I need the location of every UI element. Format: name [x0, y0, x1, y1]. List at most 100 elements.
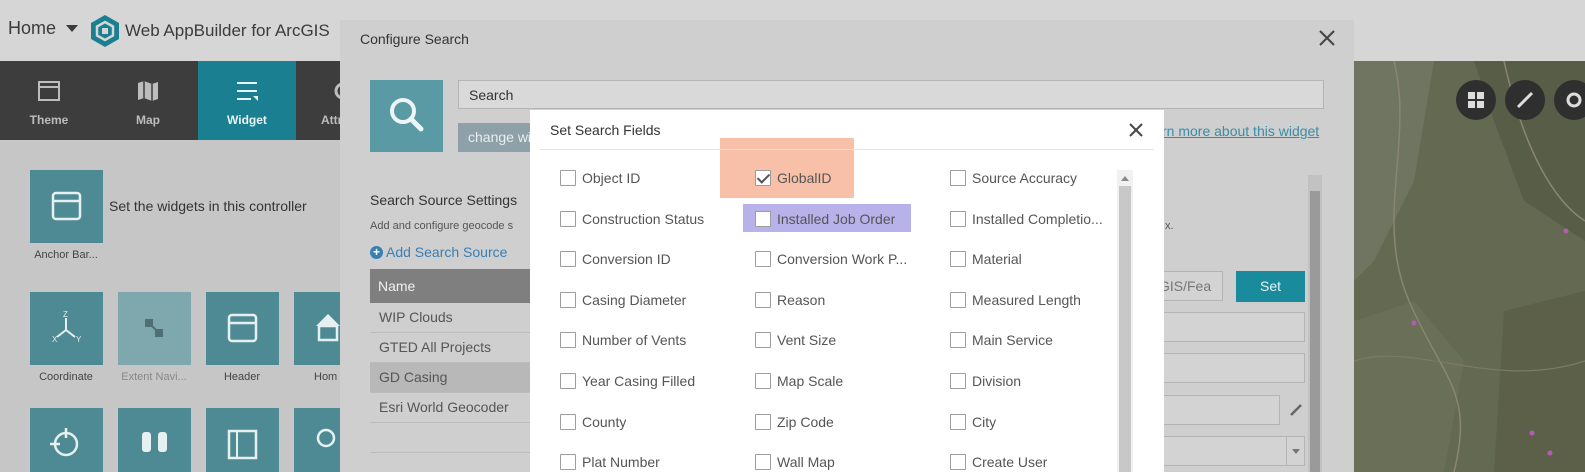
display-field-select[interactable]	[1150, 436, 1305, 466]
window-icon	[51, 191, 82, 221]
field-label: Material	[972, 251, 1022, 267]
header-icon	[227, 313, 258, 343]
field-checkbox-item[interactable]: Casing Diameter	[560, 290, 686, 310]
checkbox[interactable]	[560, 251, 576, 267]
field-checkbox-item[interactable]: Vent Size	[755, 330, 836, 350]
checkbox[interactable]	[560, 373, 576, 389]
checkbox[interactable]	[755, 373, 771, 389]
field-checkbox-item[interactable]: Conversion Work P...	[755, 249, 907, 269]
checkbox[interactable]	[560, 292, 576, 308]
field-label: Installed Completio...	[972, 211, 1103, 227]
change-icon-button[interactable]: change wi	[458, 123, 538, 152]
field-checkbox-item[interactable]: Source Accuracy	[950, 168, 1077, 188]
settings-scrollbar[interactable]	[1308, 175, 1322, 472]
checkbox-checked[interactable]	[755, 170, 771, 186]
tab-theme[interactable]: Theme	[0, 61, 98, 140]
map-view[interactable]	[1354, 61, 1585, 472]
table-row-selected[interactable]: GD Casing	[370, 363, 540, 393]
checkbox[interactable]	[950, 414, 966, 430]
widget-tile-coordinate[interactable]: Z X Y	[30, 292, 103, 365]
table-row[interactable]: WIP Clouds	[370, 303, 540, 333]
field-checkbox-item[interactable]: Conversion ID	[560, 249, 671, 269]
checkbox[interactable]	[950, 292, 966, 308]
field-checkbox-item[interactable]: Reason	[755, 290, 825, 310]
field-checkbox-item[interactable]: Main Service	[950, 330, 1053, 350]
widget-tile-search[interactable]	[294, 408, 340, 472]
widget-tile-overview[interactable]	[118, 408, 191, 472]
field-checkbox-item[interactable]: Construction Status	[560, 209, 704, 229]
widget-panel: Anchor Bar... Set the widgets in this co…	[0, 140, 340, 472]
scrollbar-thumb[interactable]	[1119, 186, 1131, 472]
checkbox[interactable]	[755, 292, 771, 308]
checkbox[interactable]	[755, 251, 771, 267]
search-fields-input[interactable]	[1150, 395, 1280, 425]
table-row[interactable]	[370, 423, 540, 453]
learn-more-link[interactable]: rn more about this widget	[1162, 123, 1319, 139]
field-checkbox-item[interactable]: Number of Vents	[560, 330, 686, 350]
checkbox[interactable]	[755, 332, 771, 348]
widget-tile-extent-navigate[interactable]	[118, 292, 191, 365]
table-row[interactable]: Esri World Geocoder	[370, 393, 540, 423]
widget-tile-header[interactable]	[206, 292, 279, 365]
search-source-settings-desc: Add and configure geocode s	[370, 220, 514, 232]
field-checkbox-item[interactable]: Zip Code	[755, 412, 834, 432]
extent-navigate-icon	[145, 319, 163, 337]
checkbox[interactable]	[950, 211, 966, 227]
checkbox[interactable]	[950, 332, 966, 348]
search-icon	[390, 98, 424, 132]
checkbox[interactable]	[560, 414, 576, 430]
widget-tile-locate[interactable]	[30, 408, 103, 472]
edit-button[interactable]	[1505, 80, 1545, 120]
checkbox[interactable]	[950, 373, 966, 389]
checkbox[interactable]	[950, 251, 966, 267]
home-menu[interactable]: Home	[8, 18, 79, 39]
pencil-icon[interactable]	[1288, 402, 1304, 418]
checkbox[interactable]	[560, 332, 576, 348]
grid-button[interactable]	[1456, 80, 1496, 120]
theme-icon	[38, 81, 60, 101]
table-row[interactable]: GTED All Projects	[370, 333, 540, 363]
field-checkbox-item[interactable]: Installed Job Order	[755, 209, 895, 229]
fields-scrollbar[interactable]	[1117, 170, 1133, 472]
table-row[interactable]	[370, 453, 540, 472]
checkbox[interactable]	[950, 170, 966, 186]
checkbox[interactable]	[755, 414, 771, 430]
field-checkbox-item[interactable]: City	[950, 412, 996, 432]
source-name-input[interactable]	[1150, 312, 1305, 342]
scroll-up-icon[interactable]	[1121, 176, 1129, 181]
widget-icon-tile	[370, 80, 443, 152]
anchor-bar-controller-tile[interactable]	[30, 170, 103, 243]
placeholder-input[interactable]	[1150, 353, 1305, 383]
tab-widget[interactable]: Widget	[198, 61, 296, 140]
settings-button[interactable]	[1554, 80, 1585, 120]
table-header: Name	[370, 269, 540, 303]
field-checkbox-item[interactable]: Measured Length	[950, 290, 1081, 310]
field-checkbox-item[interactable]: Create User	[950, 452, 1047, 472]
close-icon[interactable]	[1318, 29, 1336, 47]
tab-attribute[interactable]: Attr	[297, 61, 340, 140]
checkbox[interactable]	[560, 211, 576, 227]
field-checkbox-item[interactable]: Map Scale	[755, 371, 843, 391]
tab-map[interactable]: Map	[99, 61, 197, 140]
checkbox[interactable]	[755, 211, 771, 227]
checkbox[interactable]	[950, 454, 966, 470]
checkbox[interactable]	[560, 170, 576, 186]
field-checkbox-item[interactable]: Division	[950, 371, 1021, 391]
close-icon[interactable]	[1128, 122, 1144, 138]
widget-name-input[interactable]: Search	[458, 80, 1324, 109]
checkbox[interactable]	[755, 454, 771, 470]
field-checkbox-item[interactable]: Installed Completio...	[950, 209, 1103, 229]
field-checkbox-item[interactable]: Wall Map	[755, 452, 835, 472]
field-checkbox-item[interactable]: Object ID	[560, 168, 640, 188]
field-checkbox-item[interactable]: Material	[950, 249, 1022, 269]
widget-label-home: Hom	[314, 371, 338, 383]
field-checkbox-item[interactable]: Year Casing Filled	[560, 371, 695, 391]
set-button[interactable]: Set	[1236, 271, 1305, 302]
field-checkbox-item[interactable]: County	[560, 412, 626, 432]
add-search-source-link[interactable]: + Add Search Source	[370, 244, 507, 260]
field-checkbox-item[interactable]: GlobalID	[755, 168, 831, 188]
widget-tile-home[interactable]	[294, 292, 340, 365]
field-checkbox-item[interactable]: Plat Number	[560, 452, 660, 472]
checkbox[interactable]	[560, 454, 576, 470]
widget-tile-layout[interactable]	[206, 408, 279, 472]
